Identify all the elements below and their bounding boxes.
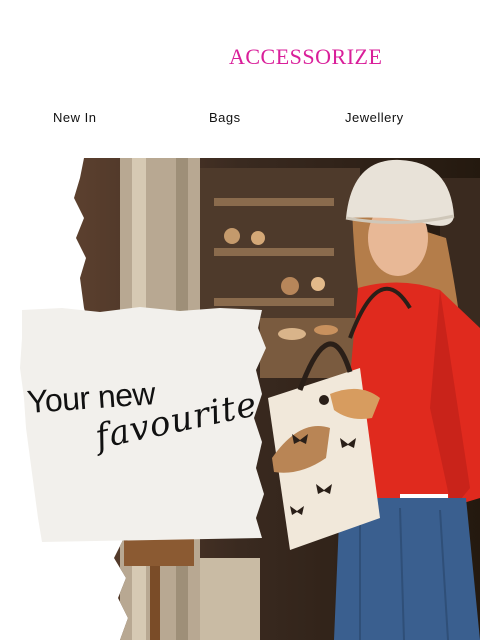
accessorize-logo[interactable]: ACCESSORIZE [229, 44, 382, 70]
email-header: ACCESSORIZE [0, 0, 480, 100]
nav-item-new-in[interactable]: New In [53, 110, 96, 125]
nav-item-jewellery[interactable]: Jewellery [345, 110, 404, 125]
category-nav: New In Bags Jewellery [0, 108, 480, 132]
nav-item-bags[interactable]: Bags [209, 110, 241, 125]
